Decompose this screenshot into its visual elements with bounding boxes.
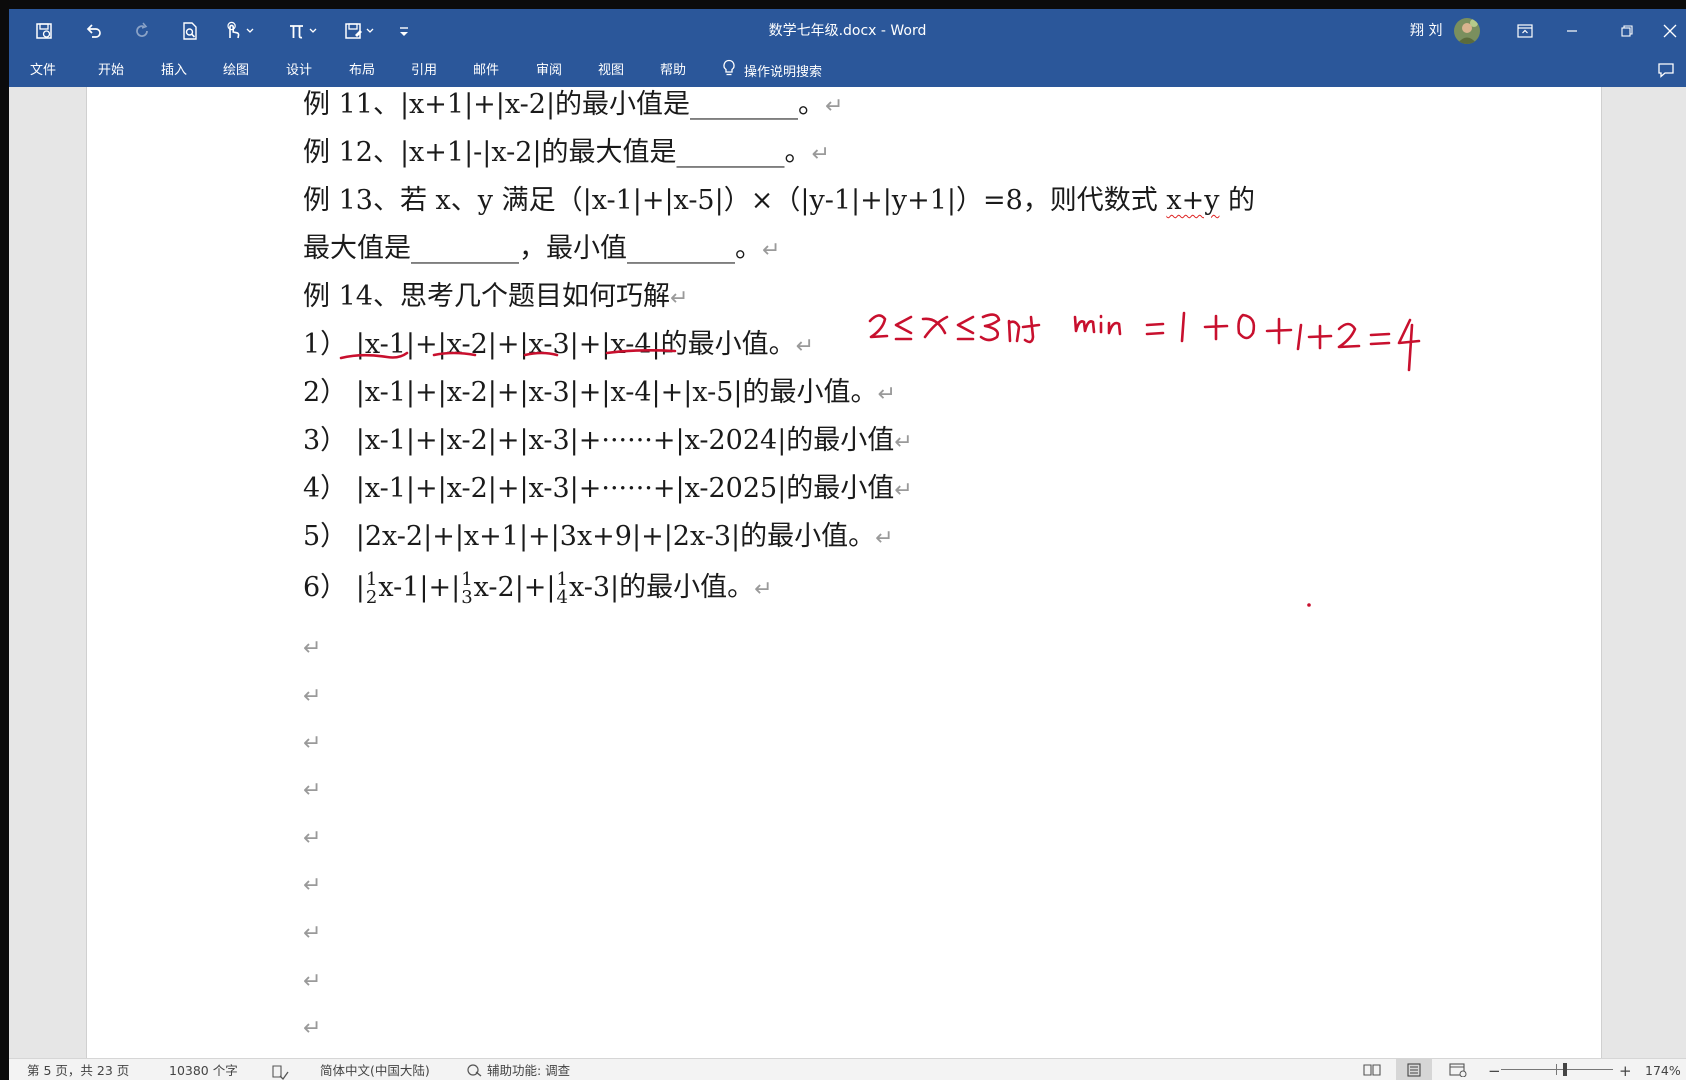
restore-icon[interactable] [1604,9,1650,53]
zoom-level[interactable]: 174% [1645,1059,1681,1080]
print-layout-icon[interactable] [1396,1059,1432,1080]
tell-me-search[interactable]: 操作说明搜索 [722,53,822,87]
word-count[interactable]: 10380 个字 [169,1059,238,1080]
document-area: 例 11、|x+1|+|x-2|的最小值是________。↵ 例 12、|x+… [9,87,1686,1058]
ink-annotation [339,311,1421,607]
undo-icon[interactable] [79,9,109,53]
print-preview-icon[interactable] [175,9,205,53]
status-bar: 第 5 页，共 23 页 10380 个字 简体中文(中国大陆) 辅助功能: 调… [9,1058,1686,1080]
tab-file[interactable]: 文件 [30,53,56,87]
tab-home[interactable]: 开始 [98,53,124,87]
equation-icon[interactable] [285,9,325,53]
redo-icon[interactable] [127,9,157,53]
tab-view[interactable]: 视图 [598,53,624,87]
accessibility-icon [467,1063,483,1078]
word-window: 数学七年级.docx - Word 翔 刘 文件 开始 插入 绘图 设计 布局 … [9,9,1686,1080]
tell-me-label: 操作说明搜索 [744,64,823,80]
user-avatar[interactable] [1454,18,1480,44]
ribbon-display-options-icon[interactable] [1502,9,1548,53]
customize-qat-icon[interactable] [389,9,419,53]
title-bar: 数学七年级.docx - Word 翔 刘 [9,9,1686,53]
read-mode-icon[interactable] [1354,1059,1390,1080]
close-icon[interactable] [1654,9,1686,53]
proofing-icon[interactable] [271,1059,289,1080]
autosave-icon[interactable] [29,9,59,53]
document-page[interactable]: 例 11、|x+1|+|x-2|的最小值是________。↵ 例 12、|x+… [86,87,1602,1058]
account-name[interactable]: 翔 刘 [1410,9,1442,53]
minimize-icon[interactable] [1549,9,1595,53]
accessibility-status[interactable]: 辅助功能: 调查 [467,1059,570,1080]
tab-references[interactable]: 引用 [411,53,437,87]
web-layout-icon[interactable] [1440,1059,1476,1080]
comments-icon[interactable] [1657,61,1675,83]
tab-draw[interactable]: 绘图 [223,53,249,87]
ribbon-tabs: 文件 开始 插入 绘图 设计 布局 引用 邮件 审阅 视图 帮助 操作说明搜索 [9,53,1686,87]
zoom-slider-thumb[interactable] [1563,1063,1567,1076]
save-as-icon[interactable] [341,9,381,53]
zoom-in-button[interactable]: + [1619,1059,1632,1080]
tab-insert[interactable]: 插入 [161,53,187,87]
tab-help[interactable]: 帮助 [660,53,686,87]
tab-review[interactable]: 审阅 [536,53,562,87]
zoom-slider[interactable] [1501,1063,1613,1076]
touch-mode-icon[interactable] [220,9,260,53]
page-count[interactable]: 第 5 页，共 23 页 [27,1059,129,1080]
lightbulb-icon [722,59,736,81]
zoom-out-button[interactable]: − [1488,1059,1501,1080]
tab-design[interactable]: 设计 [286,53,312,87]
tab-layout[interactable]: 布局 [349,53,375,87]
language-status[interactable]: 简体中文(中国大陆) [320,1059,430,1080]
tab-mailings[interactable]: 邮件 [473,53,499,87]
